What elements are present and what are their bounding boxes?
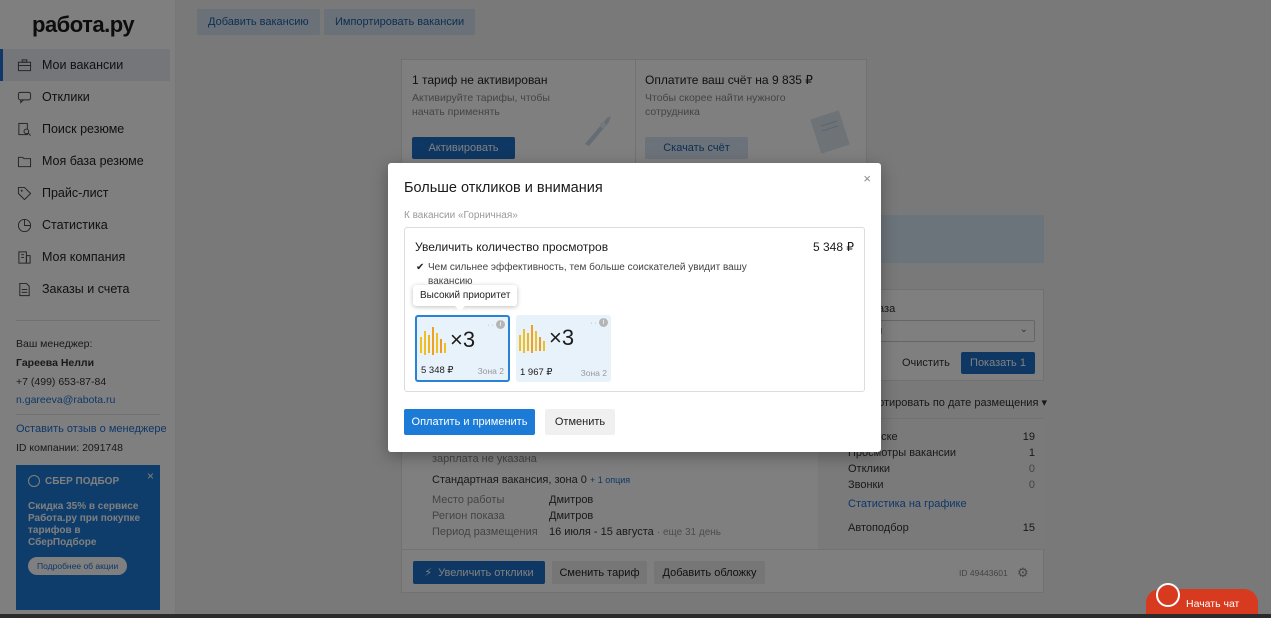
modal-title: Больше откликов и внимания [404,180,603,196]
tile-price: 1 967 ₽ [520,367,553,378]
tile-multiplier: ×3 [549,325,575,350]
taskbar-strip [0,614,1271,618]
tile-zone: Зона 2 [477,366,504,376]
tile-price: 5 348 ₽ [421,365,454,376]
chat-bubble-icon [1156,583,1180,607]
checkmark-icon: ✔ [416,262,425,273]
option-price: 5 348 ₽ [813,240,854,254]
boost-modal: Больше откликов и внимания × К вакансии … [388,163,881,452]
info-icon[interactable]: i [496,320,505,329]
chat-label: Начать чат [1186,597,1240,610]
tile-zone: Зона 2 [580,368,607,378]
priority-tooltip: Высокий приоритет [413,285,518,311]
priority-tile-high[interactable]: ×3 · · i 5 348 ₽ Зона 2 [415,315,510,382]
option-title: Увеличить количество просмотров [415,240,609,254]
tile-multiplier: ×3 [450,327,476,352]
modal-vacancy-name: К вакансии «Горничная» [404,210,518,221]
dots-icon: · · [487,322,494,329]
close-icon[interactable]: × [863,171,871,186]
dots-icon: · · [590,320,597,327]
info-icon[interactable]: i [599,318,608,327]
views-option-card: Увеличить количество просмотров 5 348 ₽ … [404,227,865,392]
pay-and-apply-button[interactable]: Оплатить и применить [404,409,535,435]
priority-tile-standard[interactable]: ×3 · · i 1 967 ₽ Зона 2 [516,315,611,382]
cancel-button[interactable]: Отменить [545,409,615,435]
